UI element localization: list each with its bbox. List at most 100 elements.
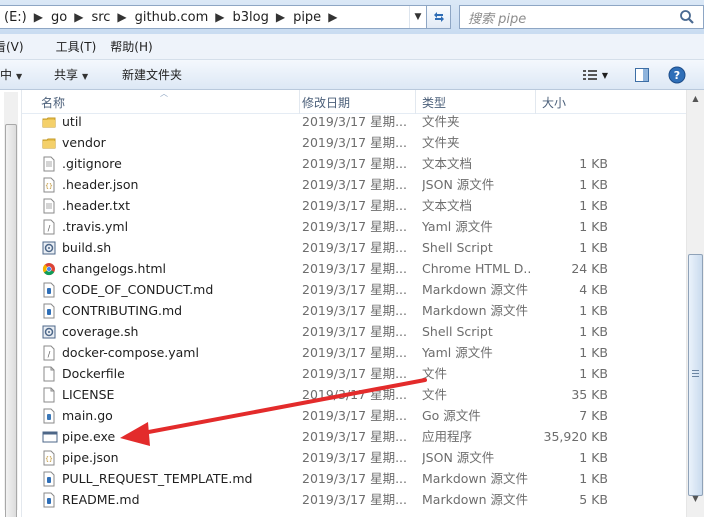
- column-header-size[interactable]: 大小: [536, 90, 626, 114]
- file-row[interactable]: main.go 2019/3/17 星期... Go 源文件 7 KB: [22, 405, 686, 426]
- breadcrumb-pipe[interactable]: pipe: [289, 10, 324, 25]
- text-file-icon: [42, 156, 56, 172]
- file-modified-date: 2019/3/17 星期...: [302, 135, 407, 150]
- file-modified-date: 2019/3/17 星期...: [302, 450, 407, 465]
- column-header-name[interactable]: 名称: [35, 90, 300, 114]
- shell-script-icon: [42, 240, 56, 256]
- file-type: 文件: [422, 366, 448, 381]
- breadcrumb-src[interactable]: src: [87, 10, 113, 25]
- markdown-file-icon: [42, 492, 56, 508]
- file-name: vendor: [62, 135, 106, 150]
- file-row[interactable]: / docker-compose.yaml 2019/3/17 星期... Yaml …: [22, 342, 686, 363]
- file-size: 1 KB: [579, 324, 608, 339]
- breadcrumb-separator-icon[interactable]: ▶: [324, 10, 341, 24]
- file-list-scroll-thumb[interactable]: [688, 254, 703, 496]
- file-row[interactable]: changelogs.html 2019/3/17 星期... Chrome HTM…: [22, 258, 686, 279]
- file-name: Dockerfile: [62, 366, 125, 381]
- refresh-button[interactable]: [427, 5, 451, 29]
- file-size: 35,920 KB: [543, 429, 608, 444]
- breadcrumb-separator-icon[interactable]: ▶: [211, 10, 228, 24]
- file-modified-date: 2019/3/17 星期...: [302, 471, 407, 486]
- file-modified-date: 2019/3/17 星期...: [302, 282, 407, 297]
- svg-text:{}: {}: [45, 183, 53, 190]
- column-header-type[interactable]: 类型: [416, 90, 536, 114]
- preview-pane-icon: [635, 68, 649, 82]
- file-name: docker-compose.yaml: [62, 345, 199, 360]
- file-modified-date: 2019/3/17 星期...: [302, 345, 407, 360]
- file-row[interactable]: coverage.sh 2019/3/17 星期... Shell Script 1 …: [22, 321, 686, 342]
- file-size: 1 KB: [579, 198, 608, 213]
- svg-text:/: /: [48, 350, 51, 359]
- blank-file-icon: [42, 366, 56, 382]
- go-file-icon: [42, 408, 56, 424]
- breadcrumb-b3log[interactable]: b3log: [228, 10, 271, 25]
- column-header-row: ︿ 名称 修改日期 类型 大小: [22, 89, 686, 114]
- file-list-scrollbar[interactable]: ▲ ▼: [686, 90, 704, 517]
- organize-button[interactable]: 中 ▼: [0, 60, 22, 90]
- scroll-up-icon[interactable]: ▲: [687, 90, 704, 107]
- command-bar: 中 ▼ 共享 ▼ 新建文件夹 ▼ ?: [0, 60, 704, 90]
- menu-help[interactable]: 帮助(H): [104, 36, 158, 58]
- file-size: 1 KB: [579, 156, 608, 171]
- breadcrumb-github[interactable]: github.com: [131, 10, 212, 25]
- file-row[interactable]: LICENSE 2019/3/17 星期... 文件 35 KB: [22, 384, 686, 405]
- file-row[interactable]: .header.txt 2019/3/17 星期... 文本文档 1 KB: [22, 195, 686, 216]
- file-size: 1 KB: [579, 450, 608, 465]
- yaml-file-icon: /: [42, 345, 56, 361]
- file-modified-date: 2019/3/17 星期...: [302, 177, 407, 192]
- nav-pane-scrollbar[interactable]: [4, 92, 18, 517]
- file-row[interactable]: CONTRIBUTING.md 2019/3/17 星期... Markdown 源…: [22, 300, 686, 321]
- file-modified-date: 2019/3/17 星期...: [302, 114, 407, 129]
- file-row[interactable]: / .travis.yml 2019/3/17 星期... Yaml 源文件 1 KB: [22, 216, 686, 237]
- yaml-file-icon: /: [42, 219, 56, 235]
- file-type: JSON 源文件: [422, 450, 495, 465]
- nav-pane-scroll-thumb[interactable]: [5, 124, 17, 517]
- menu-tools[interactable]: 工具(T): [50, 36, 103, 58]
- new-folder-button[interactable]: 新建文件夹: [122, 60, 182, 90]
- breadcrumb-separator-icon[interactable]: ▶: [113, 10, 130, 24]
- file-row[interactable]: vendor 2019/3/17 星期... 文件夹: [22, 132, 686, 153]
- scroll-down-icon[interactable]: ▼: [687, 490, 704, 507]
- help-button[interactable]: ?: [668, 66, 686, 84]
- exe-file-icon: [42, 429, 58, 445]
- file-row[interactable]: .gitignore 2019/3/17 星期... 文本文档 1 KB: [22, 153, 686, 174]
- file-row[interactable]: CODE_OF_CONDUCT.md 2019/3/17 星期... Markdow…: [22, 279, 686, 300]
- chrome-html-icon: [42, 261, 56, 277]
- preview-pane-button[interactable]: [633, 66, 651, 84]
- file-row[interactable]: build.sh 2019/3/17 星期... Shell Script 1 KB: [22, 237, 686, 258]
- address-bar[interactable]: (E:) ▶ go ▶ src ▶ github.com ▶ b3log ▶ pipe ▶ …: [0, 5, 427, 29]
- file-type: Yaml 源文件: [422, 219, 493, 234]
- breadcrumb-separator-icon[interactable]: ▶: [70, 10, 87, 24]
- breadcrumb-separator-icon[interactable]: ▶: [272, 10, 289, 24]
- breadcrumb-separator-icon[interactable]: ▶: [30, 10, 47, 24]
- file-size: 24 KB: [571, 261, 608, 276]
- file-type: Go 源文件: [422, 408, 481, 423]
- search-icon[interactable]: [679, 9, 695, 25]
- organize-label: 中: [0, 68, 13, 82]
- chevron-down-icon: ▼: [601, 70, 609, 80]
- json-file-icon: {}: [42, 450, 56, 466]
- file-row[interactable]: pipe.exe 2019/3/17 星期... 应用程序 35,920 KB: [22, 426, 686, 447]
- file-modified-date: 2019/3/17 星期...: [302, 387, 407, 402]
- share-button[interactable]: 共享 ▼: [54, 60, 88, 90]
- file-row[interactable]: {} pipe.json 2019/3/17 星期... JSON 源文件 1 KB: [22, 447, 686, 468]
- file-row[interactable]: {} .header.json 2019/3/17 星期... JSON 源文件 1 K…: [22, 174, 686, 195]
- breadcrumb-drive[interactable]: (E:): [0, 10, 30, 25]
- breadcrumb-go[interactable]: go: [47, 10, 70, 25]
- file-row[interactable]: Dockerfile 2019/3/17 星期... 文件 1 KB: [22, 363, 686, 384]
- search-input[interactable]: 搜索 pipe: [459, 5, 704, 29]
- markdown-file-icon: [42, 282, 56, 298]
- file-size: 1 KB: [579, 471, 608, 486]
- address-dropdown-icon[interactable]: ▼: [409, 6, 426, 28]
- view-options-button[interactable]: ▼: [578, 66, 612, 84]
- file-type: 应用程序: [422, 429, 473, 444]
- menu-view[interactable]: 看(V): [0, 36, 30, 58]
- file-name: pipe.json: [62, 450, 119, 465]
- file-row[interactable]: README.md 2019/3/17 星期... Markdown 源文件 5 KB: [22, 489, 686, 510]
- file-list: util 2019/3/17 星期... 文件夹 vendor 2019/3/17 星期…: [22, 114, 686, 517]
- column-header-date[interactable]: 修改日期: [296, 90, 416, 114]
- file-row[interactable]: PULL_REQUEST_TEMPLATE.md 2019/3/17 星期... M…: [22, 468, 686, 489]
- file-type: 文件夹: [422, 114, 460, 129]
- file-name: main.go: [62, 408, 113, 423]
- file-row[interactable]: util 2019/3/17 星期... 文件夹: [22, 114, 686, 132]
